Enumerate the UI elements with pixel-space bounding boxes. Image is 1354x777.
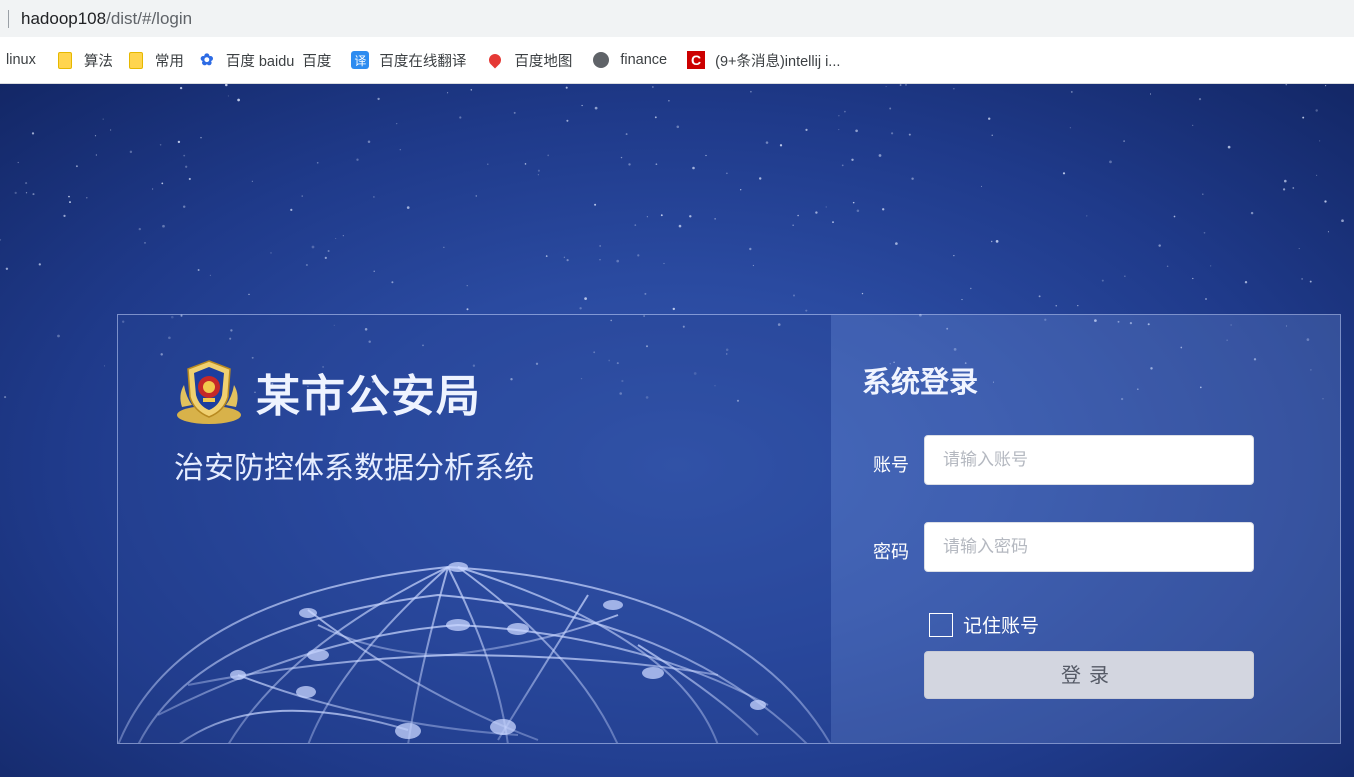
address-bar[interactable]: hadoop108/dist/#/login [0, 0, 1354, 37]
csdn-icon: C [687, 51, 706, 69]
folder-icon [127, 51, 145, 69]
url-text[interactable]: hadoop108/dist/#/login [21, 9, 192, 29]
remember-label: 记住账号 [963, 615, 1040, 637]
bookmark-label: finance [620, 52, 668, 68]
folder-icon [56, 51, 74, 69]
police-emblem-icon [177, 360, 241, 424]
login-form: 系统登录 账号 密码 记住账号 登录 [831, 315, 1340, 743]
bookmark-label: 算法 [83, 53, 113, 70]
url-path: /dist/#/login [106, 8, 193, 28]
password-input[interactable] [924, 522, 1254, 572]
bookmark-baidu[interactable]: ✿ 百度 baidu [192, 45, 303, 75]
remember-checkbox[interactable] [929, 612, 953, 637]
bookmark-label: 百度地图 [514, 53, 573, 70]
bookmark-finance[interactable]: finance [586, 45, 675, 75]
bookmark-baidu-translate[interactable]: 译 百度在线翻译 [345, 45, 474, 75]
login-page: 某市公安局 治安防控体系数据分析系统 系统登录 账号 请输入账号 密码 记住账号… [0, 84, 1354, 777]
url-host: hadoop108 [21, 8, 107, 28]
baidu-icon: ✿ [200, 52, 214, 69]
bookmark-label: 百度在线翻译 [379, 53, 467, 70]
password-label: 密码 [873, 542, 909, 563]
bookmark-label: (9+条消息)intellij i... [715, 53, 841, 70]
translate-icon: 译 [351, 51, 370, 69]
remember-account-toggle[interactable]: 记住账号 [929, 611, 1039, 638]
bookmark-baidu-2[interactable]: 百度 [302, 45, 339, 75]
bookmark-csdn[interactable]: C (9+条消息)intellij i... [681, 45, 848, 75]
globe-icon [592, 51, 610, 69]
brand-header: 某市公安局 [174, 357, 481, 427]
account-label: 账号 [873, 455, 909, 476]
network-globe-graphic [118, 562, 831, 743]
brand-section: 某市公安局 治安防控体系数据分析系统 [118, 315, 831, 743]
bookmark-label: 百度 [302, 53, 332, 70]
map-pin-icon [486, 51, 504, 69]
bookmarks-bar: linux 算法 常用 ✿ 百度 baidu 百度 译 百度在线翻译 百度地图 … [0, 37, 1354, 84]
bookmark-label: linux [6, 52, 36, 68]
login-title: 系统登录 [862, 365, 979, 399]
organization-title: 某市公安局 [256, 371, 481, 422]
bookmark-label: 常用 [154, 53, 184, 70]
login-button[interactable]: 登录 [924, 651, 1254, 699]
system-subtitle: 治安防控体系数据分析系统 [174, 451, 534, 486]
bookmark-folder-suanfa[interactable]: 算法 [50, 45, 121, 75]
bookmark-linux[interactable]: linux [0, 45, 44, 75]
text-cursor [8, 9, 9, 28]
account-input[interactable] [924, 435, 1254, 485]
bookmark-baidu-map[interactable]: 百度地图 [480, 45, 580, 75]
bookmark-label: 百度 baidu [225, 53, 295, 70]
login-panel: 某市公安局 治安防控体系数据分析系统 系统登录 账号 请输入账号 密码 记住账号… [117, 314, 1341, 744]
bookmark-folder-changyong[interactable]: 常用 [121, 45, 192, 75]
